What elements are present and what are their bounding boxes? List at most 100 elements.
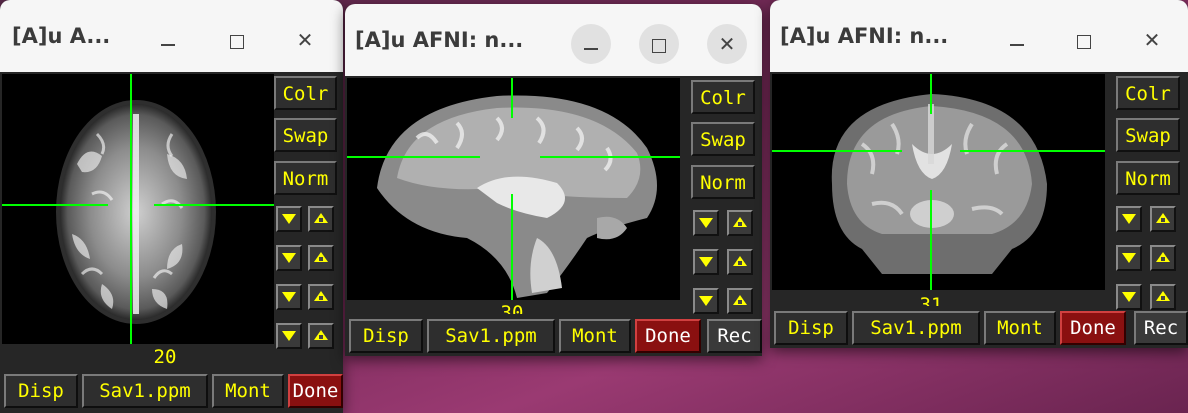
- arrow-up-button[interactable]: [308, 245, 334, 271]
- window-titlebar[interactable]: [A]u A... ✕: [0, 0, 343, 73]
- arrow-down-button[interactable]: [1116, 206, 1142, 232]
- arrow-up-button[interactable]: [1150, 284, 1176, 310]
- triangle-up-icon: [1156, 213, 1170, 223]
- arrow-down-button[interactable]: [1116, 284, 1142, 310]
- arrow-up-button[interactable]: [727, 288, 753, 314]
- mont-button[interactable]: Mont: [212, 374, 284, 408]
- norm-button[interactable]: Norm: [274, 161, 337, 195]
- viewer-content: Colr Swap Norm 31 Disp Sav1.ppm Mont Don…: [770, 72, 1188, 348]
- done-button[interactable]: Done: [1060, 311, 1126, 345]
- arrow-up-button[interactable]: [727, 249, 753, 275]
- slice-number: 31: [919, 294, 943, 306]
- mont-button[interactable]: Mont: [559, 319, 631, 353]
- crosshair-vertical-bottom: [511, 194, 513, 300]
- arrow-up-button[interactable]: [1150, 206, 1176, 232]
- arrow-down-button[interactable]: [1116, 245, 1142, 271]
- rec-button[interactable]: Rec: [1134, 311, 1188, 345]
- triangle-up-icon: [314, 213, 328, 223]
- maximize-button[interactable]: [639, 24, 679, 64]
- coronal-brain-slice: [831, 94, 1047, 274]
- done-button[interactable]: Done: [635, 319, 701, 353]
- triangle-up-icon: [733, 256, 747, 266]
- close-icon: ✕: [1143, 28, 1161, 52]
- slice-number: 30: [500, 302, 524, 314]
- arrow-down-button[interactable]: [276, 284, 302, 310]
- maximize-button[interactable]: [217, 20, 257, 60]
- crosshair-horizontal-left: [347, 156, 480, 158]
- save-ppm-button[interactable]: Sav1.ppm: [427, 319, 555, 353]
- window-titlebar[interactable]: [A]u AFNI: n... ✕: [345, 4, 762, 77]
- norm-button[interactable]: Norm: [691, 165, 755, 199]
- minimize-button[interactable]: [571, 24, 611, 64]
- arrow-down-button[interactable]: [693, 210, 719, 236]
- triangle-up-icon: [1156, 291, 1170, 301]
- arrow-down-button[interactable]: [276, 323, 302, 349]
- triangle-up-icon: [314, 252, 328, 262]
- crosshair-vertical: [130, 74, 132, 344]
- image-viewer-window-sagittal: [A]u AFNI: n... ✕ Colr Swap Norm 30 Disp…: [345, 4, 762, 356]
- minimize-icon: [1010, 43, 1024, 46]
- image-viewer-window-coronal: [A]u AFNI: n... ✕ Colr Swap Norm 31 Disp…: [770, 0, 1188, 348]
- arrow-up-button[interactable]: [727, 210, 753, 236]
- maximize-icon: [1077, 34, 1091, 49]
- swap-button[interactable]: Swap: [274, 118, 337, 152]
- triangle-down-icon: [1122, 292, 1136, 302]
- swap-button[interactable]: Swap: [1116, 118, 1180, 152]
- crosshair-vertical-top: [511, 78, 513, 118]
- triangle-down-icon: [699, 257, 713, 267]
- crosshair-horizontal-left: [2, 204, 108, 206]
- norm-button[interactable]: Norm: [1116, 161, 1180, 195]
- minimize-button[interactable]: [997, 20, 1037, 60]
- crosshair-vertical-bottom: [930, 190, 932, 290]
- maximize-icon: [230, 34, 244, 49]
- triangle-down-icon: [1122, 214, 1136, 224]
- coronal-brain-image[interactable]: [772, 74, 1105, 290]
- arrow-up-button[interactable]: [308, 206, 334, 232]
- crosshair-horizontal-right: [154, 204, 274, 206]
- minimize-icon: [161, 43, 175, 46]
- arrow-up-button[interactable]: [1150, 245, 1176, 271]
- disp-button[interactable]: Disp: [349, 319, 423, 353]
- viewer-content: Colr Swap Norm 30 Disp Sav1.ppm Mont Don…: [345, 76, 762, 356]
- minimize-button[interactable]: [148, 20, 188, 60]
- close-button[interactable]: ✕: [1132, 20, 1172, 60]
- close-icon: ✕: [296, 28, 314, 52]
- triangle-down-icon: [282, 331, 296, 341]
- triangle-down-icon: [282, 292, 296, 302]
- arrow-up-button[interactable]: [308, 284, 334, 310]
- window-titlebar[interactable]: [A]u AFNI: n... ✕: [770, 0, 1188, 73]
- triangle-up-icon: [733, 217, 747, 227]
- triangle-down-icon: [699, 218, 713, 228]
- swap-button[interactable]: Swap: [691, 122, 755, 156]
- crosshair-horizontal-right: [540, 156, 680, 158]
- maximize-button[interactable]: [1064, 20, 1104, 60]
- colr-button[interactable]: Colr: [691, 80, 755, 114]
- slice-number: 20: [153, 346, 177, 368]
- colr-button[interactable]: Colr: [1116, 76, 1180, 110]
- disp-button[interactable]: Disp: [4, 374, 78, 408]
- disp-button[interactable]: Disp: [774, 311, 848, 345]
- done-button[interactable]: Done: [288, 374, 343, 408]
- image-viewer-window-axial: [A]u A... ✕ Colr Swap Norm 20 Disp Sav1.…: [0, 0, 343, 413]
- triangle-down-icon: [699, 296, 713, 306]
- sagittal-brain-image[interactable]: [347, 78, 680, 300]
- arrow-down-button[interactable]: [276, 245, 302, 271]
- colr-button[interactable]: Colr: [274, 76, 337, 110]
- triangle-up-icon: [733, 295, 747, 305]
- axial-brain-slice: [56, 100, 216, 324]
- close-button[interactable]: ✕: [285, 20, 325, 60]
- axial-brain-image[interactable]: [2, 74, 274, 344]
- arrow-down-button[interactable]: [276, 206, 302, 232]
- save-ppm-button[interactable]: Sav1.ppm: [82, 374, 208, 408]
- close-button[interactable]: ✕: [707, 24, 747, 64]
- crosshair-horizontal-right: [960, 150, 1105, 152]
- save-ppm-button[interactable]: Sav1.ppm: [852, 311, 980, 345]
- arrow-up-button[interactable]: [308, 323, 334, 349]
- triangle-down-icon: [1122, 253, 1136, 263]
- arrow-down-button[interactable]: [693, 288, 719, 314]
- crosshair-horizontal-left: [772, 150, 902, 152]
- mont-button[interactable]: Mont: [984, 311, 1056, 345]
- rec-button[interactable]: Rec: [707, 319, 762, 353]
- window-title: [A]u A...: [12, 24, 111, 48]
- arrow-down-button[interactable]: [693, 249, 719, 275]
